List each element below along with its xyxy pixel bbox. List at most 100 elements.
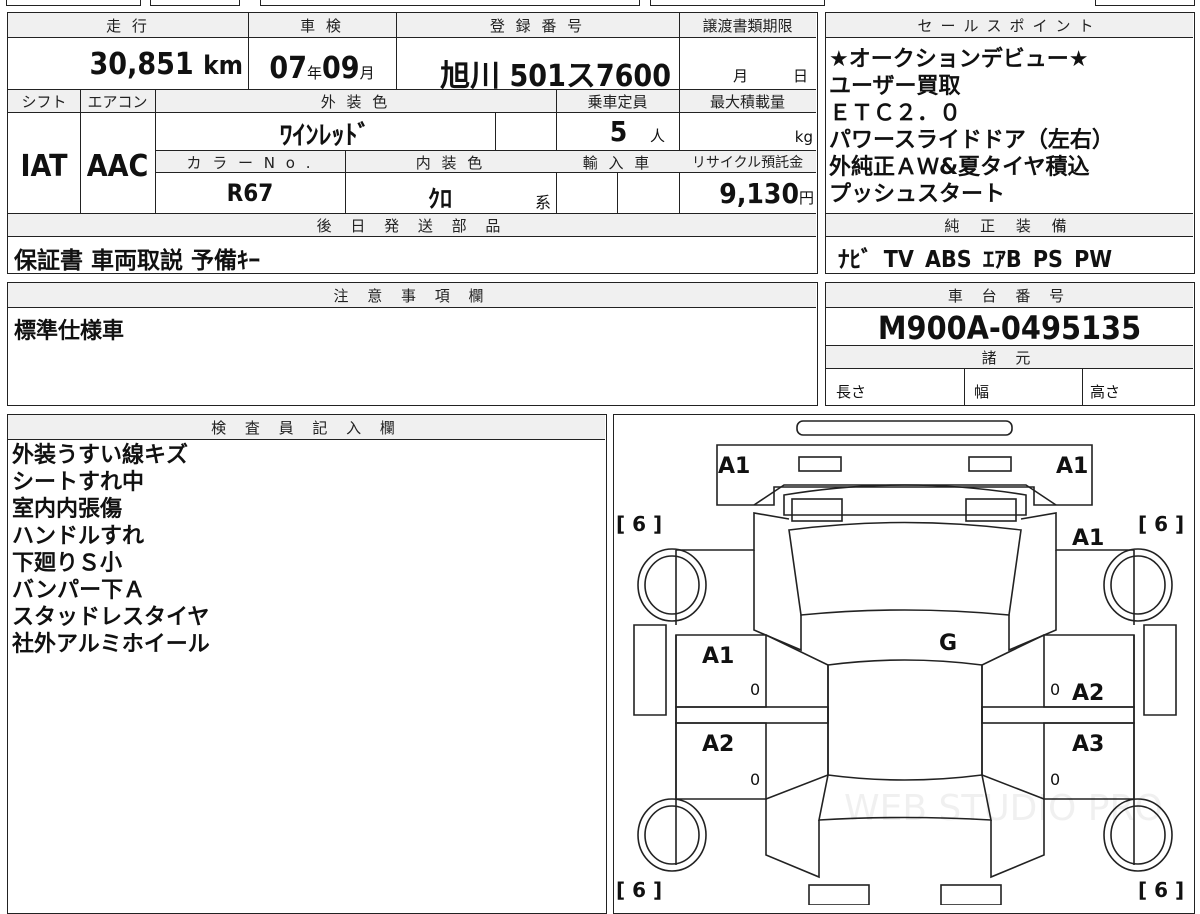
- fender-front-right: [1133, 550, 1177, 716]
- mirror-left: [791, 498, 843, 522]
- top-stub-2: [150, 0, 240, 6]
- spec-width: 幅: [974, 383, 990, 401]
- zero-door-rear-left: 0: [750, 770, 760, 789]
- caution-value: 標準仕様車: [14, 319, 125, 344]
- zero-door-front-left: 0: [750, 680, 760, 699]
- inspector-label: 検 査 員 記 入 欄: [211, 419, 402, 437]
- mirror-right: [965, 498, 1017, 522]
- interior-color-value: ｸﾛ: [428, 185, 452, 213]
- tire-front-left: [637, 548, 707, 622]
- shift-value: IAT: [20, 149, 68, 184]
- color-number-label: カ ラ ー N o .: [186, 154, 314, 172]
- max-load-unit: kg: [794, 128, 813, 146]
- capacity-value: 5 人: [609, 115, 665, 148]
- exterior-color-value: ﾜｲﾝﾚｯﾄﾞ: [279, 121, 371, 151]
- later-parts-value: 保証書 車両取説 予備ｷｰ: [14, 248, 261, 274]
- fender-front-left: [633, 550, 677, 716]
- caution-box: 注 意 事 項 欄 標準仕様車: [7, 282, 818, 406]
- ac-value: AAC: [86, 149, 149, 184]
- genuine-equipment-label: 純 正 装 備: [944, 217, 1075, 235]
- rear-bumper-right: [940, 884, 1002, 905]
- sales-point-item: パワースライドドア（左右）: [829, 128, 1114, 153]
- sales-point-item: ＥＴＣ２．０: [829, 101, 962, 126]
- headlight-left: [798, 456, 842, 472]
- label-door-front-right: A2: [1072, 681, 1104, 706]
- side-panel-right: [981, 634, 1045, 800]
- chassis-box: 車 台 番 号 M900A-0495135 諸 元 長さ 幅 高さ: [825, 282, 1195, 406]
- label-front-left: A1: [718, 454, 750, 479]
- label-tire-top-left: [ 6 ]: [616, 512, 662, 536]
- transfer-day: 日: [793, 67, 809, 85]
- sales-point-item: ★オークションデビュー★: [829, 47, 1089, 72]
- label-tire-top-right: [ 6 ]: [1138, 512, 1184, 536]
- rear-bumper-left: [808, 884, 870, 905]
- tire-front-left-inner: [644, 555, 700, 615]
- inspector-notes-box: 検 査 員 記 入 欄 外装うすい線キズ シートすれ中 室内内張傷 ハンドルすれ…: [7, 414, 607, 914]
- label-windshield: G: [939, 631, 957, 656]
- ac-label: エアコン: [87, 93, 148, 111]
- zero-door-front-right: 0: [1050, 680, 1060, 699]
- front-section: [716, 444, 1093, 506]
- color-number-value: R67: [226, 179, 274, 207]
- sales-point-item: 外純正ＡＷ&夏タイヤ積込: [829, 155, 1090, 180]
- tire-front-right-inner: [1110, 555, 1166, 615]
- hood: [753, 484, 1057, 506]
- inspector-note: 下廻りＳ小: [12, 551, 123, 576]
- inspector-note: スタッドレスタイヤ: [12, 605, 210, 630]
- spec-height: 高さ: [1090, 383, 1121, 401]
- inspector-note: 室内内張傷: [12, 497, 123, 522]
- capacity-label: 乗車定員: [587, 93, 648, 111]
- chassis-number: M900A-0495135: [877, 309, 1142, 347]
- inspector-note: 社外アルミホイール: [12, 632, 210, 657]
- label-fender-right: A1: [1072, 526, 1104, 551]
- mileage-value: 30,851 km: [89, 47, 243, 82]
- car-diagram: A1 A1 A1 G A1 A2 A2 A3 [ 6 ] [ 6 ] [ 6 ]…: [616, 420, 1184, 905]
- specs-label: 諸 元: [981, 349, 1038, 367]
- label-front-right: A1: [1056, 454, 1088, 479]
- recycle-label: リサイクル預託金: [691, 155, 804, 171]
- shift-label: シフト: [21, 93, 67, 111]
- label-door-front-left: A1: [702, 644, 734, 669]
- sales-point-label: セールスポイント: [917, 17, 1102, 35]
- inspector-note: バンパー下Ａ: [12, 578, 146, 603]
- sill-left: [675, 706, 829, 724]
- tire-rear-left-inner: [644, 805, 700, 865]
- top-stub-1: [6, 0, 141, 6]
- transfer-deadline-label: 譲渡書類期限: [702, 17, 793, 35]
- label-tire-bottom-right: [ 6 ]: [1138, 878, 1184, 902]
- chassis-label: 車 台 番 号: [947, 287, 1072, 305]
- car-diagram-box: A1 A1 A1 G A1 A2 A2 A3 [ 6 ] [ 6 ] [ 6 ]…: [613, 414, 1195, 914]
- vehicle-info-grid: 走 行 車 検 登 録 番 号 譲渡書類期限 30,851 km 07年09月 …: [7, 12, 818, 274]
- zero-door-rear-right: 0: [1050, 770, 1060, 789]
- genuine-equipment-value: ﾅﾋﾞ TV ABS ｴｱB PS PW: [838, 247, 1113, 273]
- sill-right: [981, 706, 1135, 724]
- import-label: 輸 入 車: [582, 154, 653, 172]
- inspector-notes-list: 外装うすい線キズ シートすれ中 室内内張傷 ハンドルすれ 下廻りＳ小 バンパー下…: [12, 442, 210, 658]
- headlight-right: [968, 456, 1012, 472]
- sales-point-box: セールスポイント ★オークションデビュー★ ユーザー買取 ＥＴＣ２．０ パワース…: [825, 12, 1195, 274]
- interior-color-label: 内 装 色: [415, 154, 486, 172]
- top-stub-4: [650, 0, 825, 6]
- top-stub-5: [1095, 0, 1195, 6]
- exterior-color-label: 外 装 色: [320, 93, 391, 111]
- transfer-month: 月: [733, 67, 749, 85]
- shaken-label: 車 検: [300, 17, 344, 35]
- interior-color-suffix: 系: [535, 193, 552, 212]
- roof: [827, 659, 983, 781]
- inspector-note: 外装うすい線キズ: [12, 443, 189, 468]
- label-tire-bottom-left: [ 6 ]: [616, 878, 662, 902]
- rear-quarter-left: [765, 799, 820, 879]
- top-stub-3: [260, 0, 640, 6]
- tire-rear-left: [637, 798, 707, 872]
- later-parts-label: 後 日 発 送 部 品: [316, 217, 508, 235]
- label-door-rear-left: A2: [702, 732, 734, 757]
- tire-front-right: [1103, 548, 1173, 622]
- hood-inner: [783, 484, 1027, 516]
- label-door-rear-right: A3: [1072, 732, 1104, 757]
- windshield: [788, 521, 1022, 616]
- spec-length: 長さ: [836, 383, 867, 401]
- sales-point-list: ★オークションデビュー★ ユーザー買取 ＥＴＣ２．０ パワースライドドア（左右）…: [829, 46, 1193, 208]
- mileage-label: 走 行: [106, 17, 150, 35]
- inspector-note: ハンドルすれ: [12, 524, 145, 549]
- front-bumper-top: [796, 420, 1013, 436]
